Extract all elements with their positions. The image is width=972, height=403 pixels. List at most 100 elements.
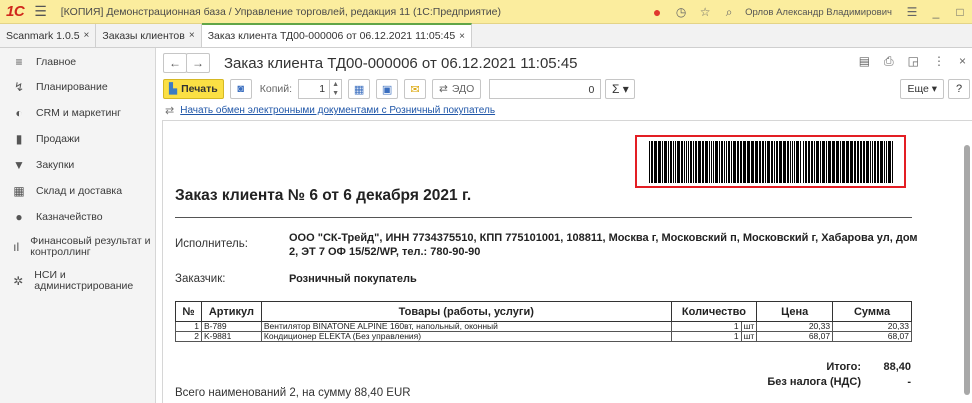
cell-sku: B-789 [200, 321, 262, 332]
sum-field[interactable]: 0 [489, 79, 602, 99]
edo-link-row: ⇄ Начать обмен электронными документами … [165, 104, 495, 117]
print-button-label: Печать [181, 83, 218, 95]
search-icon[interactable]: ⌕ [717, 5, 741, 20]
customer-label: Заказчик: [175, 273, 226, 285]
treasury-icon: ● [15, 210, 23, 224]
col-sku: Артикул [200, 301, 262, 322]
edit-button[interactable]: ▦ [348, 79, 371, 99]
close-icon[interactable]: × [84, 30, 90, 41]
app-title: [КОПИЯ] Демонстрационная база / Управлен… [60, 5, 502, 18]
executor-value: ООО "СК-Трейд", ИНН 7734375510, КПП 7751… [289, 232, 918, 258]
forward-button[interactable]: → [186, 53, 210, 73]
close-icon[interactable]: × [459, 31, 465, 42]
menu-lines-icon: ≡ [15, 55, 23, 69]
arrow-left-icon: ← [169, 56, 181, 70]
preview-icon[interactable]: ◲ [908, 54, 919, 69]
edo-start-link[interactable]: Начать обмен электронными документами с … [180, 105, 495, 116]
sidebar-item-admin[interactable]: ✲ НСИ и администрирование [0, 264, 155, 298]
user-name[interactable]: Орлов Александр Владимирович [745, 7, 892, 18]
close-icon[interactable]: × [959, 54, 966, 69]
copies-stepper[interactable]: 1 ▲ ▼ [298, 79, 343, 99]
sidebar-item-label: НСИ и администрирование [34, 269, 134, 292]
sidebar-item-label: Главное [36, 55, 77, 68]
edo-button[interactable]: ⇄ ЭДО [432, 79, 482, 99]
tab-label: Заказы клиентов [102, 29, 185, 42]
sidebar-item-label: Планирование [36, 80, 108, 93]
minimize-icon[interactable]: _ [924, 5, 948, 19]
sidebar-item-sales[interactable]: ▮ Продажи [0, 126, 155, 152]
main-menu-icon[interactable]: ☰ [34, 3, 47, 20]
sidebar-item-label: Финансовый результат и контроллинг [30, 235, 151, 258]
edo-button-label: ЭДО [451, 83, 475, 95]
cell-goods: Кондиционер ELEKTA (Без управления) [260, 331, 672, 342]
tab-label: Scanmark 1.0.5 [6, 29, 80, 42]
vat-value: - [907, 376, 911, 388]
cell-sum: 68,07 [832, 331, 912, 342]
spinner-icon[interactable]: ▲ ▼ [329, 80, 341, 98]
sidebar-item-treasury[interactable]: ● Казначейство [0, 204, 155, 230]
app-logo[interactable]: 1С [6, 3, 25, 20]
sections-panel: ≡ Главное ↯ Планирование ◐ CRM и маркети… [0, 48, 156, 403]
printer-icon: ▙ [169, 83, 178, 95]
warehouse-icon: ▦ [13, 184, 25, 198]
sidebar-item-finance[interactable]: ıl Финансовый результат и контроллинг [0, 230, 155, 264]
total-label: Итого: [826, 361, 861, 373]
save-icon[interactable]: ▤ [859, 54, 870, 69]
cell-sum: 20,33 [832, 321, 912, 332]
edo-icon: ⇄ [439, 83, 448, 95]
cell-price: 68,07 [756, 331, 834, 342]
maximize-icon[interactable]: □ [948, 5, 972, 19]
sidebar-item-crm[interactable]: ◐ CRM и маркетинг [0, 100, 155, 126]
barcode-highlight-frame [635, 135, 906, 188]
sidebar-item-label: Продажи [36, 132, 80, 145]
history-icon[interactable]: ◷ [669, 5, 693, 19]
tab-order-doc[interactable]: Заказ клиента ТД00-000006 от 06.12.2021 … [201, 23, 472, 47]
save-file-button[interactable]: ▣ [376, 79, 399, 99]
vertical-scrollbar[interactable] [962, 121, 972, 403]
more-button[interactable]: Еще ▾ [900, 79, 944, 99]
favorites-star-icon[interactable]: ☆ [693, 5, 717, 19]
help-button[interactable]: ? [948, 79, 970, 99]
notifications-icon[interactable]: ● [645, 4, 669, 20]
cell-price: 20,33 [756, 321, 834, 332]
sidebar-item-label: Казначейство [36, 210, 103, 223]
sidebar-item-planning[interactable]: ↯ Планирование [0, 74, 155, 100]
cell-unit: шт [740, 331, 758, 342]
sidebar-item-main[interactable]: ≡ Главное [0, 50, 155, 74]
col-number: № [175, 301, 202, 322]
print-button[interactable]: ▙ Печать [163, 79, 224, 99]
print-icon[interactable]: ⎙ [884, 54, 894, 69]
preview-button[interactable]: ◙ [229, 79, 252, 99]
settings-menu-icon[interactable]: ☰ [900, 5, 924, 19]
magnifier-icon: ◙ [237, 83, 245, 95]
sidebar-item-label: Закупки [36, 158, 75, 171]
cell-sku: K-9881 [200, 331, 262, 342]
planning-icon: ↯ [13, 80, 25, 94]
sidebar-item-warehouse[interactable]: ▦ Склад и доставка [0, 178, 155, 204]
cart-icon: ▼ [13, 158, 25, 172]
tab-scanmark[interactable]: Scanmark 1.0.5 × [0, 24, 97, 47]
table-row: 2 K-9881 Кондиционер ELEKTA (Без управле… [175, 331, 912, 342]
more-vertical-icon[interactable]: ⋮ [933, 54, 945, 69]
scrollbar-thumb[interactable] [964, 145, 970, 395]
floppy-icon: ▣ [381, 83, 393, 96]
document-summary: Всего наименований 2, на сумму 88,40 EUR [175, 387, 411, 399]
sidebar-item-purchases[interactable]: ▼ Закупки [0, 152, 155, 178]
col-sum: Сумма [832, 301, 912, 322]
copies-label: Копий: [259, 83, 293, 95]
print-form[interactable]: Заказ клиента № 6 от 6 декабря 2021 г. И… [162, 120, 972, 403]
tab-orders[interactable]: Заказы клиентов × [96, 24, 202, 47]
gear-icon: ✲ [13, 274, 24, 288]
sales-bag-icon: ▮ [15, 132, 23, 146]
tab-label: Заказ клиента ТД00-000006 от 06.12.2021 … [207, 30, 456, 42]
cell-unit: шт [740, 321, 758, 332]
close-icon[interactable]: × [189, 30, 195, 41]
exchange-icon: ⇄ [165, 105, 175, 117]
copies-value[interactable]: 1 [299, 83, 329, 95]
sum-mode-button[interactable]: Σ ▾ [605, 79, 636, 99]
back-button[interactable]: ← [163, 53, 187, 73]
divider [175, 217, 912, 218]
vat-label: Без налога (НДС) [767, 376, 861, 388]
email-button[interactable]: ✉ [404, 79, 427, 99]
open-windows-tabs: Scanmark 1.0.5 × Заказы клиентов × Заказ… [0, 23, 972, 48]
